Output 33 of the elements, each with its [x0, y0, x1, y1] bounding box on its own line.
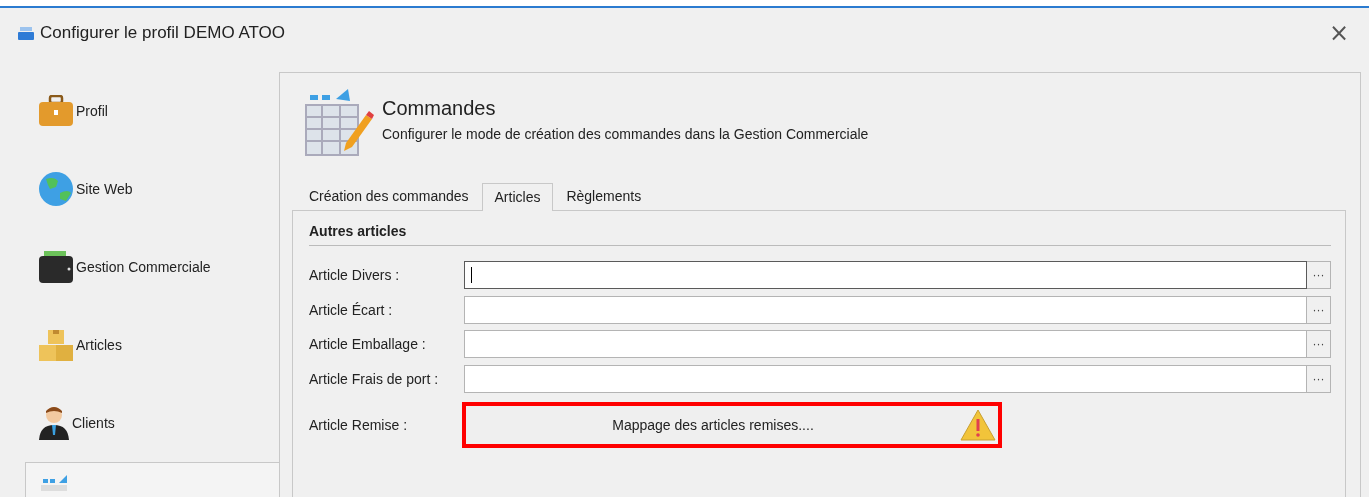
wallet-icon [38, 250, 74, 284]
sidebar-item[interactable]: Gestion Commerciale [25, 228, 279, 306]
window-title: Configurer le profil DEMO ATOO [40, 23, 285, 43]
sidebar-item[interactable]: Articles [25, 306, 279, 384]
browse-button[interactable]: ··· [1307, 330, 1331, 359]
field-label: Article Emballage : [309, 336, 427, 353]
group-title: Autres articles [309, 223, 1331, 246]
section-title: Commandes [382, 97, 497, 120]
tab[interactable]: Articles [481, 183, 554, 211]
input-field[interactable] [464, 364, 1307, 393]
sidebar-item[interactable]: Clients [25, 384, 279, 462]
person-icon [38, 405, 70, 441]
close-button[interactable]: × [1324, 19, 1353, 47]
field-label: Article Divers : [309, 267, 401, 284]
briefcase-icon [38, 95, 74, 127]
field-label: Article Écart : [309, 301, 394, 318]
sidebar-item[interactable]: Site Web [25, 150, 279, 228]
table-pencil-icon [302, 87, 374, 157]
sidebar-item[interactable]: Profil [25, 72, 279, 150]
tab[interactable]: Création des commandes [296, 182, 482, 210]
input-field[interactable] [464, 295, 1307, 324]
field-label: Article Frais de port : [309, 370, 440, 387]
tab[interactable]: Règlements [553, 182, 655, 210]
app-logo-icon [18, 26, 34, 40]
browse-button[interactable]: ··· [1307, 295, 1331, 324]
input-field[interactable] [464, 261, 1307, 290]
field-label: Article Remise : [309, 417, 409, 433]
input-field[interactable] [464, 330, 1307, 359]
globe-icon [38, 171, 74, 207]
boxes-icon [38, 328, 74, 362]
section-subtitle: Configurer le mode de création des commandes dans la Gestion Commerciale [382, 126, 869, 142]
browse-button[interactable]: ··· [1307, 261, 1331, 290]
browse-button[interactable]: ··· [1307, 364, 1331, 393]
